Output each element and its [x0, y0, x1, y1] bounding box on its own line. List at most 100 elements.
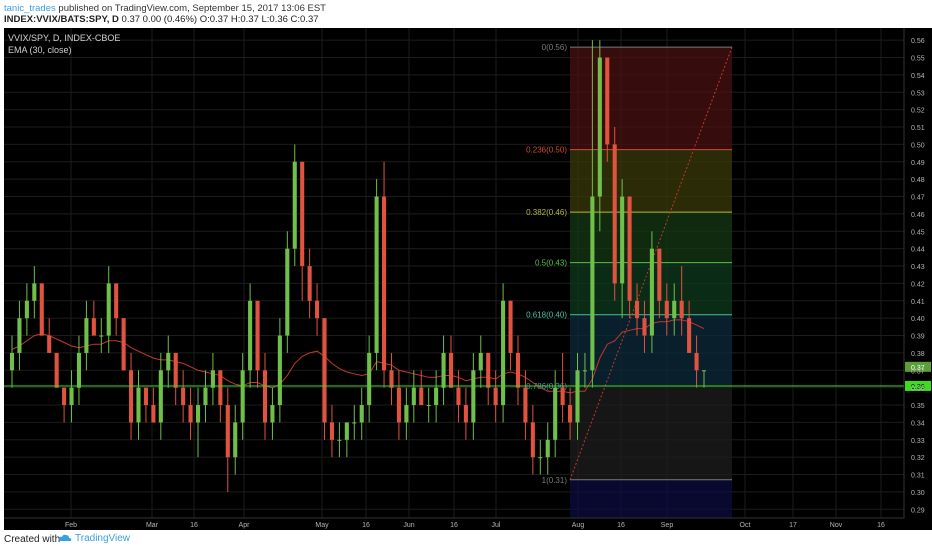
candle-body	[508, 300, 513, 353]
candle-body	[203, 387, 208, 406]
x-tick-label: 16	[362, 522, 370, 529]
candle-body	[158, 370, 163, 423]
candle-body	[664, 300, 669, 319]
candle-body	[545, 439, 550, 458]
y-tick-label: 0.56	[911, 38, 925, 45]
candle-body	[441, 352, 446, 388]
x-tick-label: Feb	[65, 522, 77, 529]
fib-level-label: 0.5(0.43)	[535, 259, 567, 268]
candle-body	[471, 370, 476, 423]
y-tick-label: 0.43	[911, 264, 925, 271]
y-tick-label: 0.32	[911, 455, 925, 462]
candle-body	[352, 422, 357, 424]
publisher-link[interactable]: tanic_trades	[4, 3, 56, 14]
y-tick-label: 0.33	[911, 438, 925, 445]
y-tick-label: 0.42	[911, 281, 925, 288]
y-tick-label: 0.49	[911, 160, 925, 167]
candle-body	[590, 196, 595, 371]
candle-body	[210, 370, 215, 388]
fib-level-label: 0.236(0.50)	[526, 146, 567, 155]
candle-body	[248, 300, 253, 371]
candle-body	[24, 300, 29, 319]
candle-body	[374, 196, 379, 353]
x-tick-label: 16	[617, 522, 625, 529]
published-text: published on TradingView.com, September …	[55, 3, 326, 14]
candle-body	[121, 318, 126, 371]
fib-level-label: 0.382(0.46)	[526, 208, 567, 217]
fib-zone	[570, 385, 732, 480]
y-tick-label: 0.35	[911, 403, 925, 410]
candle-body	[32, 283, 37, 301]
y-tick-label: 0.34	[911, 420, 925, 427]
candle-body	[396, 387, 401, 423]
candle-body	[612, 144, 617, 284]
legend-title: VVIX/SPY, D, INDEX-CBOE	[8, 33, 120, 43]
symbol-line: INDEX:VVIX/BATS:SPY, D	[4, 14, 119, 25]
x-tick-label: Jul	[492, 522, 501, 529]
ohlc-values: 0.37 0.00 (0.46%) O:0.37 H:0.37 L:0.36 C…	[121, 14, 319, 25]
candle-body	[367, 352, 372, 406]
candle-body	[218, 370, 223, 406]
candle-body	[419, 387, 424, 406]
y-tick-label: 0.55	[911, 56, 925, 63]
candle-body	[233, 422, 238, 458]
candle-body	[91, 318, 96, 336]
candle-body	[538, 457, 543, 459]
y-tick-label: 0.29	[911, 507, 925, 514]
x-tick-label: Mar	[146, 522, 159, 529]
fib-zone	[570, 479, 732, 518]
y-tick-label: 0.39	[911, 334, 925, 341]
y-tick-label: 0.53	[911, 90, 925, 97]
candle-body	[515, 352, 521, 388]
candle-body	[47, 335, 52, 353]
candle-body	[448, 352, 454, 388]
candle-body	[166, 352, 171, 371]
y-tick-label: 0.30	[911, 490, 925, 497]
x-tick-label: 16	[190, 522, 198, 529]
x-tick-label: 17	[789, 522, 797, 529]
x-tick-label: 16	[877, 522, 885, 529]
x-tick-label: Aug	[572, 522, 585, 529]
tradingview-brand[interactable]: TradingView	[58, 533, 130, 544]
candle-body	[136, 387, 141, 423]
y-tick-label: 0.48	[911, 177, 925, 184]
candle-body	[195, 405, 201, 423]
symbol-info: INDEX:VVIX/BATS:SPY, D 0.37 0.00 (0.46%)…	[4, 14, 319, 25]
y-tick-label: 0.40	[911, 316, 925, 323]
candle-body	[493, 387, 498, 406]
chart-area[interactable]: 0(0.56) 0.236(0.50) 0.382(0.46) 0.5(0.43) 0.…	[4, 28, 932, 530]
publish-header: tanic_trades published on TradingView.co…	[0, 0, 932, 28]
candle-body	[39, 283, 44, 336]
candle-body	[181, 387, 186, 406]
candle-body	[76, 352, 82, 388]
candle-body	[337, 439, 342, 441]
x-tick-label: Sep	[661, 522, 674, 529]
candle-body	[456, 387, 461, 406]
candle-body	[151, 405, 156, 423]
y-tick-label: 0.50	[911, 142, 925, 149]
candle-body	[404, 405, 409, 423]
candle-body	[277, 335, 282, 406]
candle-body	[568, 405, 573, 423]
footer: Created with TradingView	[0, 530, 932, 550]
candle-body	[634, 300, 640, 319]
candle-body	[69, 387, 74, 406]
candle-body	[300, 161, 305, 267]
y-tick-label: 0.44	[911, 247, 925, 254]
candle-body	[411, 387, 416, 406]
candle-body	[642, 318, 647, 336]
candle-body	[486, 352, 491, 388]
candle-body	[322, 318, 327, 423]
cloud-icon	[58, 535, 72, 542]
candle-body	[359, 405, 364, 423]
candle-body	[129, 370, 134, 423]
candle-body	[329, 422, 335, 440]
candle-body	[225, 405, 230, 458]
created-with-text: Created with	[4, 534, 61, 545]
candle-body	[17, 318, 22, 353]
price-chart[interactable]: 0(0.56) 0.236(0.50) 0.382(0.46) 0.5(0.43) 0.…	[4, 28, 932, 530]
fib-level-label: 1(0.31)	[542, 476, 568, 485]
candle-body	[381, 196, 387, 371]
candle-body	[9, 352, 15, 371]
candle-body	[701, 370, 707, 372]
